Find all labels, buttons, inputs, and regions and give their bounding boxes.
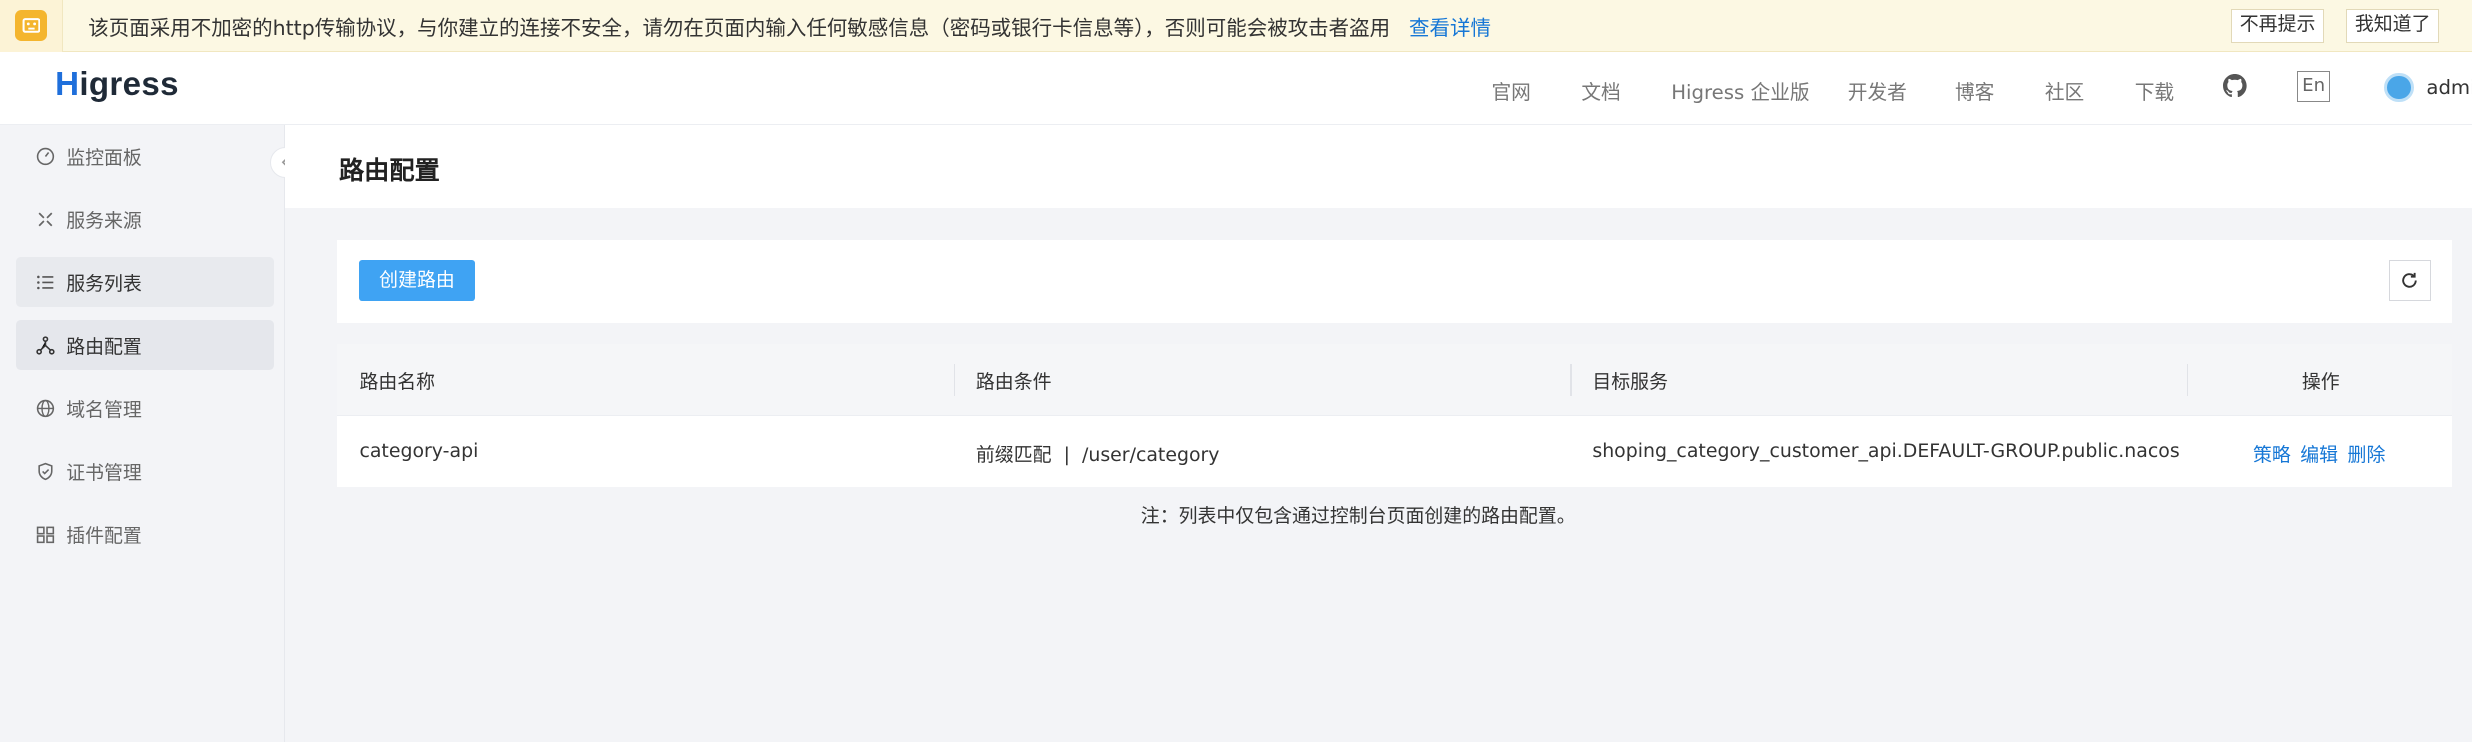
sidebar-item-label: 监控面板 (66, 146, 142, 169)
globe-icon (36, 399, 55, 418)
nav-download[interactable]: 下载 (2135, 76, 2174, 105)
edit-link[interactable]: 编辑 (2300, 440, 2338, 467)
sidebar-item-label: 路由配置 (66, 335, 142, 358)
page-title-bar: 路由配置 (285, 124, 2472, 209)
sidebar-item-service-list[interactable]: 服务列表 (15, 256, 275, 308)
column-header-actions: 操作 (2301, 371, 2340, 394)
logo-text: igress (79, 66, 179, 104)
dont-show-again-button[interactable]: 不再提示 (2230, 9, 2325, 43)
route-table: 路由名称 路由条件 目标服务 操作 category-api 前缀匹配 | /u… (337, 343, 2452, 488)
sidebar-item-label: 服务来源 (66, 209, 142, 232)
got-it-button[interactable]: 我知道了 (2345, 9, 2440, 43)
nav-blog[interactable]: 博客 (1955, 76, 1994, 105)
sidebar-item-label: 证书管理 (66, 461, 142, 484)
page-title: 路由配置 (338, 156, 440, 186)
column-divider (1570, 364, 1572, 396)
delete-link[interactable]: 删除 (2348, 440, 2386, 467)
sidebar-item-label: 域名管理 (66, 398, 142, 421)
nav-developers[interactable]: 开发者 (1848, 76, 1907, 105)
language-toggle-button[interactable]: En (2297, 70, 2331, 103)
route-name-cell: category-api (359, 439, 479, 462)
higress-logo[interactable]: Higress (55, 66, 179, 104)
user-avatar[interactable] (2383, 72, 2414, 103)
column-header-target-service: 目标服务 (1592, 371, 1668, 394)
list-icon (36, 273, 55, 292)
top-header: Higress 官网 文档 Higress 企业版 开发者 博客 社区 下载 E… (0, 52, 2472, 125)
logo-letter: H (55, 66, 80, 104)
sidebar: 监控面板 服务来源 服务列表 路由配置 域名管理 证书管理 插件配置 (0, 124, 286, 742)
http-warning-banner: 该页面采用不加密的http传输协议，与你建立的连接不安全，请勿在页面内输入任何敏… (0, 0, 2472, 53)
nav-enterprise[interactable]: Higress 企业版 (1671, 76, 1809, 105)
condition-separator: | (1063, 443, 1070, 466)
route-condition-cell: 前缀匹配 | /user/category (976, 440, 1220, 467)
username[interactable]: admin (2426, 76, 2472, 99)
create-route-button[interactable]: 创建路由 (359, 260, 475, 302)
sidebar-item-domain[interactable]: 域名管理 (16, 383, 275, 433)
nav-docs[interactable]: 文档 (1581, 76, 1620, 105)
sidebar-item-dashboard[interactable]: 监控面板 (16, 131, 275, 181)
column-header-route-name: 路由名称 (359, 371, 436, 394)
warning-icon (15, 9, 47, 42)
shield-check-icon (36, 462, 55, 481)
refresh-button[interactable] (2388, 260, 2432, 302)
policy-link[interactable]: 策略 (2253, 440, 2291, 467)
service-source-icon (36, 210, 55, 229)
sidebar-item-certificate[interactable]: 证书管理 (16, 446, 275, 496)
target-service-cell: shoping_category_customer_api.DEFAULT-GR… (1592, 439, 2180, 462)
condition-path: /user/category (1081, 443, 1220, 466)
sidebar-item-label: 服务列表 (66, 272, 142, 295)
route-icon (36, 336, 55, 355)
column-divider (2186, 364, 2189, 396)
table-header: 路由名称 路由条件 目标服务 操作 (337, 343, 2452, 417)
nav-community[interactable]: 社区 (2045, 76, 2084, 105)
sidebar-item-service-source[interactable]: 服务来源 (16, 194, 275, 244)
dashboard-icon (36, 147, 55, 166)
table-footnote: 注：列表中仅包含通过控制台页面创建的路由配置。 (1140, 505, 1576, 528)
view-details-link[interactable]: 查看详情 (1409, 11, 1491, 41)
table-row: category-api 前缀匹配 | /user/category shopi… (337, 416, 2451, 487)
warning-text: 该页面采用不加密的http传输协议，与你建立的连接不安全，请勿在页面内输入任何敏… (88, 15, 1391, 40)
column-header-route-condition: 路由条件 (975, 371, 1052, 394)
nav-official-site[interactable]: 官网 (1491, 76, 1530, 105)
sidebar-item-route-config[interactable]: 路由配置 (15, 320, 275, 371)
warning-icon-box (0, 0, 64, 52)
main-content: 路由配置 创建路由 路由名称 路由条件 目标服务 操作 category-api… (285, 124, 2472, 742)
condition-type: 前缀匹配 (975, 443, 1052, 466)
column-divider (953, 364, 956, 396)
toolbar: 创建路由 (337, 239, 2452, 324)
refresh-icon (2402, 273, 2418, 288)
github-icon[interactable] (2223, 74, 2247, 98)
